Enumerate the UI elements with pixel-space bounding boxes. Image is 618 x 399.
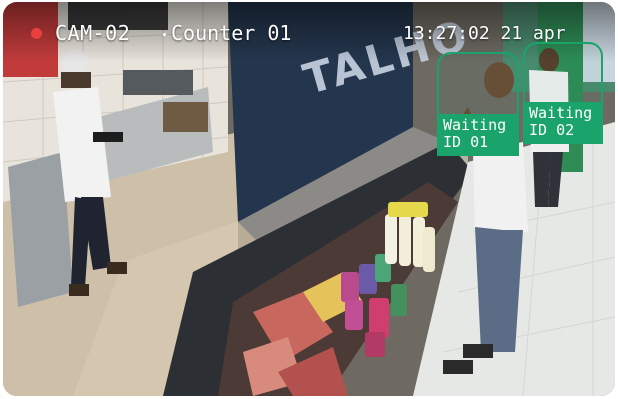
detection-label-2: Waiting ID 02 — [523, 102, 603, 144]
detection-box-1[interactable] — [437, 52, 519, 120]
camera-label: CAM-02 — [55, 21, 131, 45]
recording-indicator-icon — [31, 28, 42, 39]
timestamp: 13:27:02 21 apr — [403, 23, 566, 44]
camera-feed-frame: TALHO CAM-02 Counter 01 13:27:02 21 apr … — [3, 2, 615, 396]
counter-label: Counter 01 — [163, 21, 291, 45]
counter-label-text: Counter 01 — [171, 21, 292, 45]
separator-dot-icon — [163, 33, 166, 36]
detection-label-1: Waiting ID 01 — [437, 114, 519, 156]
